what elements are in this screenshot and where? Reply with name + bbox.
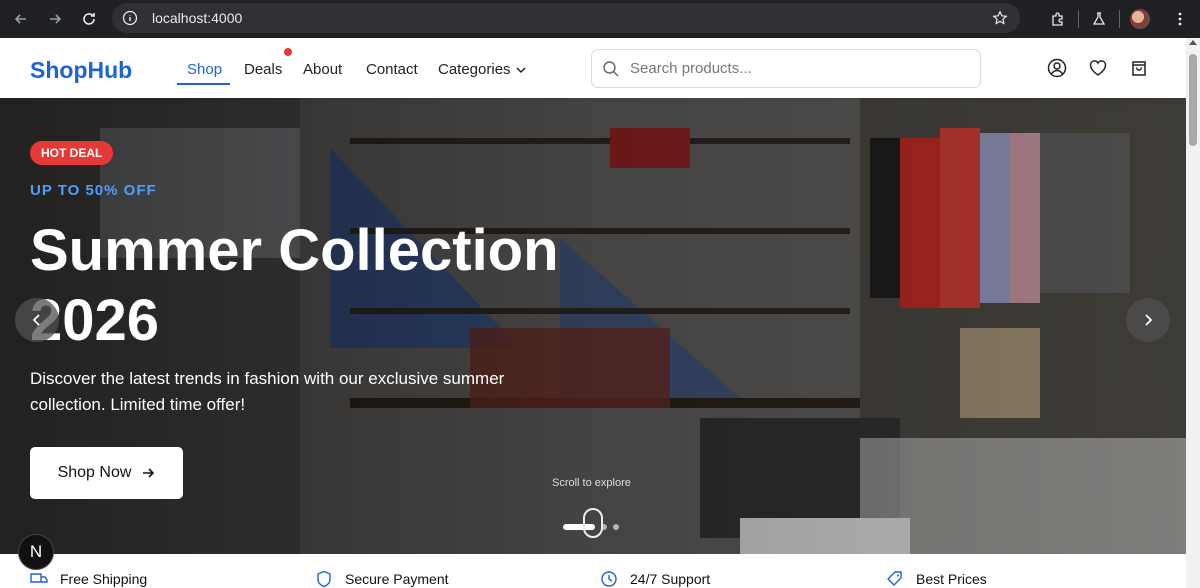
hero-carousel: HOT DEAL UP TO 50% OFF Summer Collection… [0, 98, 1186, 554]
truck-icon [30, 573, 48, 583]
feature-best-prices: Best Prices [886, 570, 987, 588]
scrollbar-thumb[interactable] [1189, 54, 1197, 146]
carousel-dot-3[interactable] [613, 524, 619, 530]
chevron-down-icon [516, 67, 526, 74]
reload-button[interactable] [72, 2, 106, 36]
flask-icon [1092, 12, 1106, 25]
nav-categories-label: Categories [438, 61, 511, 78]
scroll-hint: Scroll to explore [552, 477, 631, 489]
deals-notification-dot [284, 48, 292, 56]
account-icon[interactable] [1047, 58, 1067, 78]
heart-icon[interactable] [1088, 58, 1108, 78]
carousel-prev-button[interactable] [15, 298, 59, 342]
feature-label: Free Shipping [60, 571, 148, 587]
active-nav-underline [177, 83, 230, 85]
page-scrollbar[interactable] [1186, 38, 1200, 588]
arrow-left-icon [14, 14, 26, 24]
shop-now-label: Shop Now [57, 464, 132, 481]
page-viewport: ShopHub Shop Deals About Contact Categor… [0, 38, 1186, 588]
search-icon [603, 60, 619, 76]
search-box[interactable] [591, 49, 981, 88]
hero-kicker: UP TO 50% OFF [30, 182, 157, 199]
nav-shop[interactable]: Shop [187, 61, 222, 78]
address-bar[interactable]: localhost:4000 [112, 3, 1020, 33]
kebab-menu-icon [1178, 12, 1182, 26]
site-header: ShopHub Shop Deals About Contact Categor… [0, 38, 1186, 98]
site-logo[interactable]: ShopHub [30, 57, 132, 84]
search-input[interactable] [630, 60, 970, 77]
feature-label: Secure Payment [345, 571, 449, 587]
profile-button[interactable] [1120, 0, 1160, 38]
nav-deals[interactable]: Deals [244, 61, 282, 78]
address-url[interactable]: localhost:4000 [152, 10, 242, 26]
avatar [1130, 9, 1150, 29]
scroll-up-arrow[interactable] [1189, 40, 1197, 45]
tag-icon [887, 571, 902, 586]
chevron-right-icon [1145, 314, 1153, 326]
carousel-next-button[interactable] [1126, 298, 1170, 342]
puzzle-icon [1052, 12, 1063, 26]
feature-label: 24/7 Support [630, 571, 711, 587]
scroll-mouse-icon [583, 508, 603, 538]
feature-label: Best Prices [916, 571, 987, 587]
shield-icon [317, 570, 331, 588]
bookmark-star-icon[interactable] [992, 10, 1008, 26]
hot-deal-badge: HOT DEAL [30, 141, 114, 165]
menu-button[interactable] [1160, 0, 1200, 38]
feature-free-shipping: Free Shipping [30, 570, 147, 588]
nav-about[interactable]: About [303, 61, 342, 78]
site-info-icon[interactable] [122, 10, 138, 26]
arrow-right-icon [50, 14, 62, 24]
shop-now-button[interactable]: Shop Now [30, 447, 183, 499]
features-strip: Free Shipping Secure Payment 24/7 Suppor… [0, 554, 1186, 588]
arrow-right-icon [143, 468, 155, 478]
floating-action-button[interactable]: N [18, 534, 54, 570]
back-button[interactable] [4, 2, 38, 36]
forward-button[interactable] [38, 2, 72, 36]
browser-toolbar: localhost:4000 [0, 0, 1200, 38]
clock-icon [601, 571, 617, 587]
nav-categories[interactable]: Categories [438, 61, 527, 78]
labs-button[interactable] [1079, 0, 1119, 38]
hero-headline: Summer Collection 2026 [30, 218, 559, 353]
hero-description: Discover the latest trends in fashion wi… [30, 369, 505, 414]
nav-contact[interactable]: Contact [366, 61, 418, 78]
reload-icon [83, 13, 95, 25]
shopping-bag-icon[interactable] [1129, 58, 1149, 78]
chevron-left-icon [32, 314, 40, 326]
feature-support: 24/7 Support [600, 570, 710, 588]
feature-secure-payment: Secure Payment [315, 570, 449, 588]
extensions-button[interactable] [1038, 0, 1078, 38]
